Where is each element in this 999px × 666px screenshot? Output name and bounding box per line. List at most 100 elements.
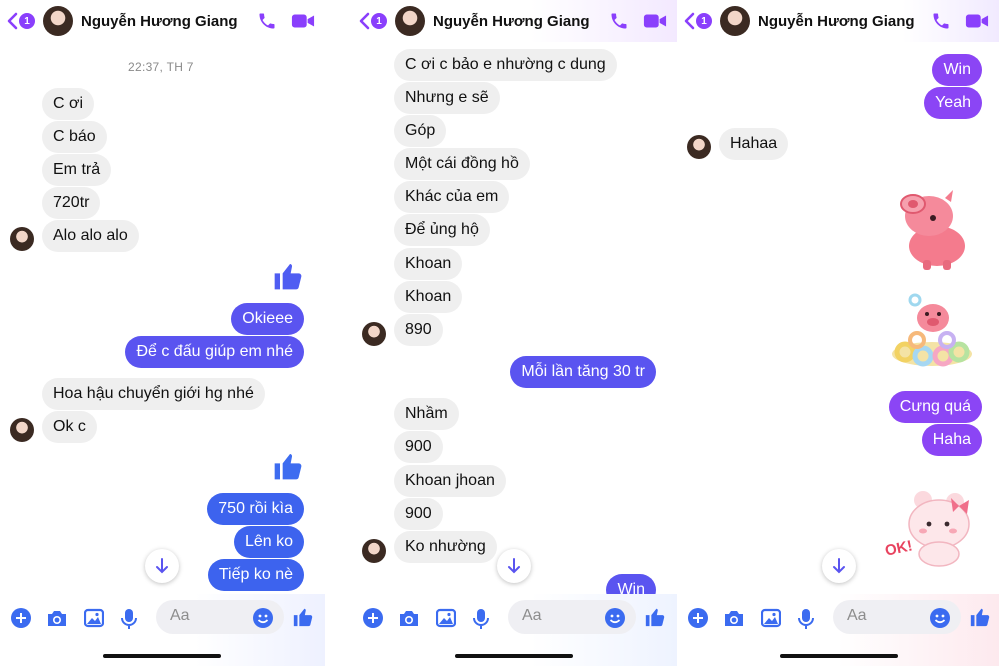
incoming-message[interactable]: Hahaa bbox=[719, 128, 789, 160]
scroll-down-button[interactable] bbox=[145, 549, 179, 583]
thumbs-up-icon[interactable] bbox=[292, 606, 314, 628]
phone-icon[interactable] bbox=[609, 11, 629, 31]
outgoing-message[interactable]: Để c đấu giúp em nhé bbox=[125, 336, 304, 368]
camera-icon[interactable] bbox=[723, 608, 745, 628]
chat-header: 1 Nguyễn Hương Giang bbox=[677, 0, 999, 42]
incoming-message[interactable]: Khác của em bbox=[394, 181, 510, 213]
incoming-message[interactable]: Góp bbox=[394, 115, 447, 147]
phone-icon[interactable] bbox=[257, 11, 277, 31]
photo-icon[interactable] bbox=[436, 608, 456, 628]
incoming-message[interactable]: Khoan bbox=[394, 281, 463, 313]
emoji-icon[interactable] bbox=[605, 608, 625, 628]
outgoing-message[interactable]: 750 rồi kìa bbox=[207, 493, 304, 525]
outgoing-message[interactable]: Okieee bbox=[231, 303, 304, 335]
chevron-left-icon bbox=[7, 12, 18, 30]
incoming-message[interactable]: Em trả bbox=[42, 154, 112, 186]
sender-avatar bbox=[10, 418, 34, 442]
sender-avatar bbox=[687, 135, 711, 159]
plus-icon[interactable] bbox=[363, 608, 383, 628]
message-input-placeholder: Aa bbox=[847, 607, 867, 624]
chat-screen-2: 1 Nguyễn Hương Giang C ơi c bảo e nhường… bbox=[352, 0, 677, 666]
sender-avatar bbox=[362, 539, 386, 563]
emoji-icon[interactable] bbox=[930, 608, 950, 628]
incoming-message[interactable]: Nhầm bbox=[394, 398, 459, 430]
avatar[interactable] bbox=[720, 6, 750, 36]
incoming-message[interactable]: Ok c bbox=[42, 411, 97, 443]
photo-icon[interactable] bbox=[84, 608, 104, 628]
emoji-icon[interactable] bbox=[253, 608, 273, 628]
chat-screen-3: 1 Nguyễn Hương Giang Win Yeah Hahaa Cưng… bbox=[677, 0, 999, 666]
incoming-message[interactable]: 720tr bbox=[42, 187, 101, 219]
incoming-message[interactable]: Hoa hậu chuyển giới hg nhé bbox=[42, 378, 265, 410]
contact-name[interactable]: Nguyễn Hương Giang bbox=[758, 13, 915, 30]
message-composer: Aa bbox=[0, 594, 325, 666]
incoming-message[interactable]: 900 bbox=[394, 498, 443, 530]
unread-badge: 1 bbox=[696, 13, 712, 29]
incoming-message[interactable]: C báo bbox=[42, 121, 107, 153]
microphone-icon[interactable] bbox=[473, 608, 489, 630]
incoming-message[interactable]: Khoan jhoan bbox=[394, 465, 506, 497]
thumbs-up-icon[interactable] bbox=[272, 450, 304, 482]
back-button[interactable]: 1 bbox=[6, 12, 35, 30]
message-input-placeholder: Aa bbox=[170, 607, 190, 624]
video-call-icon[interactable] bbox=[643, 11, 667, 31]
back-button[interactable]: 1 bbox=[358, 12, 387, 30]
phone-icon[interactable] bbox=[931, 11, 951, 31]
chat-header: 1 Nguyễn Hương Giang bbox=[0, 0, 325, 42]
outgoing-message[interactable]: Tiếp ko nè bbox=[207, 559, 304, 591]
outgoing-message[interactable]: Win bbox=[932, 54, 982, 86]
chat-screen-1: 1 Nguyễn Hương Giang 22:37, TH 7 C ơi C … bbox=[0, 0, 325, 666]
message-composer: Aa bbox=[352, 594, 677, 666]
outgoing-message[interactable]: Lên ko bbox=[233, 526, 304, 558]
scroll-down-button[interactable] bbox=[822, 549, 856, 583]
outgoing-message[interactable]: Haha bbox=[921, 424, 982, 456]
home-indicator bbox=[780, 654, 898, 658]
back-button[interactable]: 1 bbox=[683, 12, 712, 30]
arrow-down-icon bbox=[156, 558, 168, 574]
thumbs-up-icon[interactable] bbox=[272, 260, 304, 292]
video-call-icon[interactable] bbox=[291, 11, 315, 31]
microphone-icon[interactable] bbox=[121, 608, 137, 630]
incoming-message[interactable]: C ơi bbox=[42, 88, 95, 120]
camera-icon[interactable] bbox=[398, 608, 420, 628]
message-composer: Aa bbox=[677, 594, 999, 666]
arrow-down-icon bbox=[508, 558, 520, 574]
incoming-message[interactable]: Nhưng e sẽ bbox=[394, 82, 500, 114]
photo-icon[interactable] bbox=[761, 608, 781, 628]
chevron-left-icon bbox=[684, 12, 695, 30]
sender-avatar bbox=[362, 322, 386, 346]
thumbs-up-icon[interactable] bbox=[644, 606, 666, 628]
avatar[interactable] bbox=[43, 6, 73, 36]
unread-badge: 1 bbox=[19, 13, 35, 29]
donut-pig-sticker[interactable] bbox=[889, 290, 975, 370]
thumbs-up-icon[interactable] bbox=[969, 606, 991, 628]
incoming-message[interactable]: 900 bbox=[394, 431, 443, 463]
avatar[interactable] bbox=[395, 6, 425, 36]
home-indicator bbox=[103, 654, 221, 658]
contact-name[interactable]: Nguyễn Hương Giang bbox=[433, 13, 590, 30]
microphone-icon[interactable] bbox=[798, 608, 814, 630]
outgoing-message[interactable]: Mỗi lần tăng 30 tr bbox=[510, 356, 656, 388]
incoming-message[interactable]: C ơi c bảo e nhường c dung bbox=[394, 49, 617, 81]
message-input-placeholder: Aa bbox=[522, 607, 542, 624]
incoming-message[interactable]: Alo alo alo bbox=[42, 220, 139, 252]
arrow-down-icon bbox=[833, 558, 845, 574]
chat-header: 1 Nguyễn Hương Giang bbox=[352, 0, 677, 42]
incoming-message[interactable]: 890 bbox=[394, 314, 443, 346]
incoming-message[interactable]: Khoan bbox=[394, 248, 463, 280]
scroll-down-button[interactable] bbox=[497, 549, 531, 583]
incoming-message[interactable]: Một cái đồng hồ bbox=[394, 148, 530, 180]
video-call-icon[interactable] bbox=[965, 11, 989, 31]
outgoing-message[interactable]: Yeah bbox=[924, 87, 982, 119]
pig-sticker[interactable] bbox=[895, 186, 973, 272]
incoming-message[interactable]: Để ủng hộ bbox=[394, 214, 490, 246]
chevron-left-icon bbox=[359, 12, 370, 30]
contact-name[interactable]: Nguyễn Hương Giang bbox=[81, 13, 238, 30]
plus-icon[interactable] bbox=[11, 608, 31, 628]
outgoing-message[interactable]: Cưng quá bbox=[888, 391, 982, 423]
home-indicator bbox=[455, 654, 573, 658]
incoming-message[interactable]: Ko nhường bbox=[394, 531, 497, 563]
camera-icon[interactable] bbox=[46, 608, 68, 628]
plus-icon[interactable] bbox=[688, 608, 708, 628]
sender-avatar bbox=[10, 227, 34, 251]
